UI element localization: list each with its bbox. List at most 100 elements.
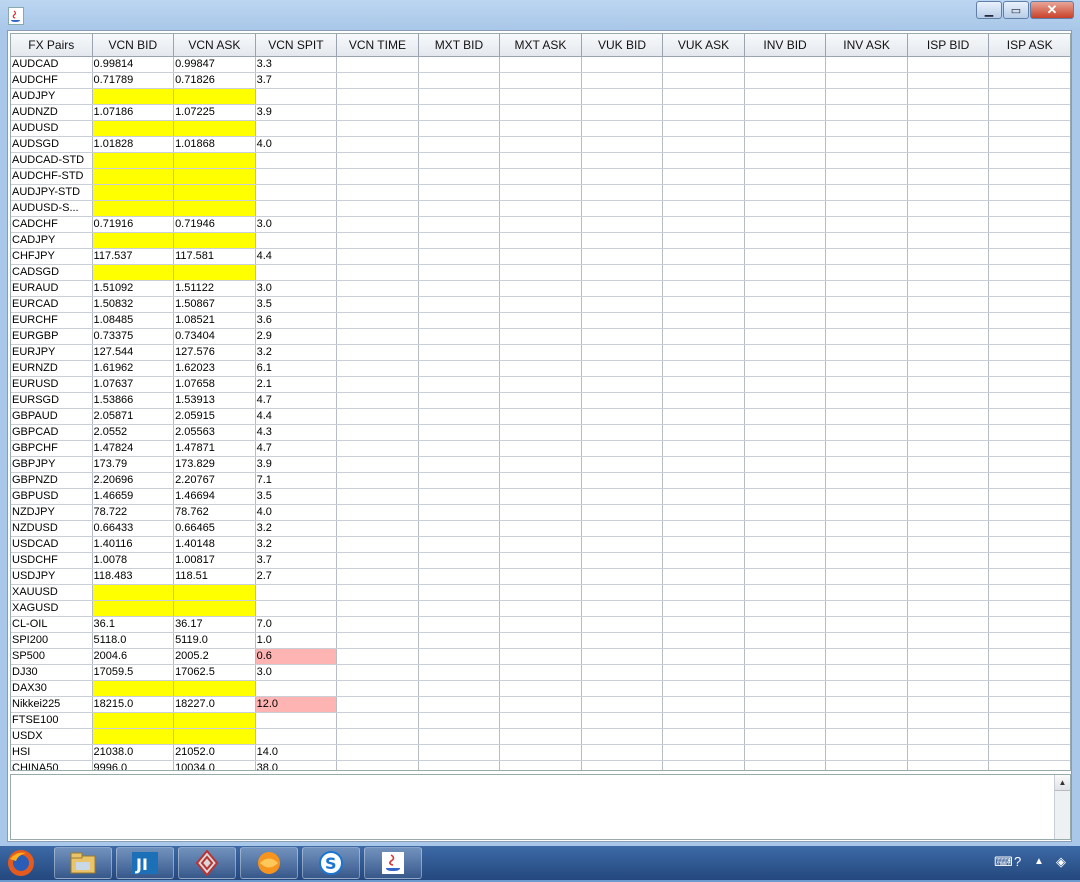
- empty-cell[interactable]: [418, 296, 501, 313]
- vcn-ask-cell[interactable]: [173, 200, 256, 217]
- empty-cell[interactable]: [336, 728, 419, 745]
- empty-cell[interactable]: [744, 440, 827, 457]
- empty-cell[interactable]: [499, 120, 582, 137]
- empty-cell[interactable]: [418, 696, 501, 713]
- empty-cell[interactable]: [336, 568, 419, 585]
- empty-cell[interactable]: [907, 616, 990, 633]
- orange-app-icon[interactable]: [240, 847, 298, 879]
- empty-cell[interactable]: [988, 312, 1070, 329]
- table-row[interactable]: GBPCAD 2.0552 2.05563 4.3: [11, 424, 1070, 441]
- vcn-ask-cell[interactable]: 1.50867: [173, 296, 256, 313]
- empty-cell[interactable]: [907, 344, 990, 361]
- empty-cell[interactable]: [825, 600, 908, 617]
- empty-cell[interactable]: [581, 392, 664, 409]
- empty-cell[interactable]: [499, 664, 582, 681]
- title-bar[interactable]: ▁ ▭ ✕: [0, 0, 1080, 30]
- table-row[interactable]: EURSGD 1.53866 1.53913 4.7: [11, 392, 1070, 409]
- empty-cell[interactable]: [744, 232, 827, 249]
- vcn-bid-cell[interactable]: 1.0078: [92, 552, 175, 569]
- table-row[interactable]: GBPJPY 173.79 173.829 3.9: [11, 456, 1070, 473]
- empty-cell[interactable]: [581, 744, 664, 761]
- empty-cell[interactable]: [744, 744, 827, 761]
- empty-cell[interactable]: [907, 440, 990, 457]
- vcn-spit-cell[interactable]: [255, 152, 338, 169]
- empty-cell[interactable]: [825, 760, 908, 770]
- empty-cell[interactable]: [499, 680, 582, 697]
- empty-cell[interactable]: [988, 760, 1070, 770]
- empty-cell[interactable]: [988, 120, 1070, 137]
- empty-cell[interactable]: [581, 360, 664, 377]
- fx-pair-cell[interactable]: USDCHF: [11, 552, 93, 569]
- vcn-ask-cell[interactable]: 1.53913: [173, 392, 256, 409]
- vcn-bid-cell[interactable]: 0.99814: [92, 56, 175, 73]
- vcn-spit-cell[interactable]: 1.0: [255, 632, 338, 649]
- fx-pair-cell[interactable]: XAGUSD: [11, 600, 93, 617]
- table-row[interactable]: GBPAUD 2.05871 2.05915 4.4: [11, 408, 1070, 425]
- empty-cell[interactable]: [418, 616, 501, 633]
- empty-cell[interactable]: [988, 376, 1070, 393]
- vcn-bid-cell[interactable]: 1.53866: [92, 392, 175, 409]
- empty-cell[interactable]: [499, 200, 582, 217]
- empty-cell[interactable]: [744, 72, 827, 89]
- empty-cell[interactable]: [499, 184, 582, 201]
- s-app-icon[interactable]: S: [302, 847, 360, 879]
- empty-cell[interactable]: [499, 488, 582, 505]
- empty-cell[interactable]: [581, 424, 664, 441]
- vcn-spit-cell[interactable]: 2.1: [255, 376, 338, 393]
- vcn-bid-cell[interactable]: 1.46659: [92, 488, 175, 505]
- empty-cell[interactable]: [662, 472, 745, 489]
- empty-cell[interactable]: [907, 568, 990, 585]
- vcn-bid-cell[interactable]: [92, 712, 175, 729]
- empty-cell[interactable]: [825, 328, 908, 345]
- empty-cell[interactable]: [581, 632, 664, 649]
- empty-cell[interactable]: [499, 296, 582, 313]
- empty-cell[interactable]: [988, 56, 1070, 73]
- vcn-ask-cell[interactable]: [173, 712, 256, 729]
- empty-cell[interactable]: [825, 584, 908, 601]
- vcn-spit-cell[interactable]: [255, 232, 338, 249]
- fx-pair-cell[interactable]: AUDCHF: [11, 72, 93, 89]
- empty-cell[interactable]: [662, 72, 745, 89]
- empty-cell[interactable]: [418, 536, 501, 553]
- vcn-ask-cell[interactable]: [173, 600, 256, 617]
- firefox-icon[interactable]: [2, 847, 40, 879]
- empty-cell[interactable]: [825, 152, 908, 169]
- empty-cell[interactable]: [988, 584, 1070, 601]
- empty-cell[interactable]: [499, 216, 582, 233]
- empty-cell[interactable]: [825, 552, 908, 569]
- vcn-bid-cell[interactable]: [92, 264, 175, 281]
- empty-cell[interactable]: [418, 72, 501, 89]
- fx-pair-cell[interactable]: CADCHF: [11, 216, 93, 233]
- empty-cell[interactable]: [418, 152, 501, 169]
- empty-cell[interactable]: [581, 616, 664, 633]
- empty-cell[interactable]: [336, 232, 419, 249]
- empty-cell[interactable]: [744, 184, 827, 201]
- empty-cell[interactable]: [418, 504, 501, 521]
- vcn-spit-cell[interactable]: [255, 600, 338, 617]
- vcn-bid-cell[interactable]: 1.51092: [92, 280, 175, 297]
- empty-cell[interactable]: [418, 568, 501, 585]
- vcn-spit-cell[interactable]: 4.4: [255, 248, 338, 265]
- vcn-spit-cell[interactable]: [255, 584, 338, 601]
- empty-cell[interactable]: [662, 104, 745, 121]
- keyboard-icon[interactable]: ⌨: [994, 854, 1013, 870]
- empty-cell[interactable]: [336, 504, 419, 521]
- empty-cell[interactable]: [418, 200, 501, 217]
- empty-cell[interactable]: [988, 168, 1070, 185]
- empty-cell[interactable]: [336, 184, 419, 201]
- column-header-vuk-ask[interactable]: VUK ASK: [662, 34, 745, 57]
- table-row[interactable]: CL-OIL 36.1 36.17 7.0: [11, 616, 1070, 633]
- empty-cell[interactable]: [825, 504, 908, 521]
- empty-cell[interactable]: [744, 312, 827, 329]
- empty-cell[interactable]: [988, 536, 1070, 553]
- empty-cell[interactable]: [581, 184, 664, 201]
- vcn-spit-cell[interactable]: 2.7: [255, 568, 338, 585]
- empty-cell[interactable]: [825, 168, 908, 185]
- vcn-bid-cell[interactable]: 1.07637: [92, 376, 175, 393]
- table-row[interactable]: NZDUSD 0.66433 0.66465 3.2: [11, 520, 1070, 537]
- empty-cell[interactable]: [744, 104, 827, 121]
- empty-cell[interactable]: [662, 136, 745, 153]
- vcn-ask-cell[interactable]: 1.62023: [173, 360, 256, 377]
- empty-cell[interactable]: [662, 424, 745, 441]
- fx-pair-cell[interactable]: EURCAD: [11, 296, 93, 313]
